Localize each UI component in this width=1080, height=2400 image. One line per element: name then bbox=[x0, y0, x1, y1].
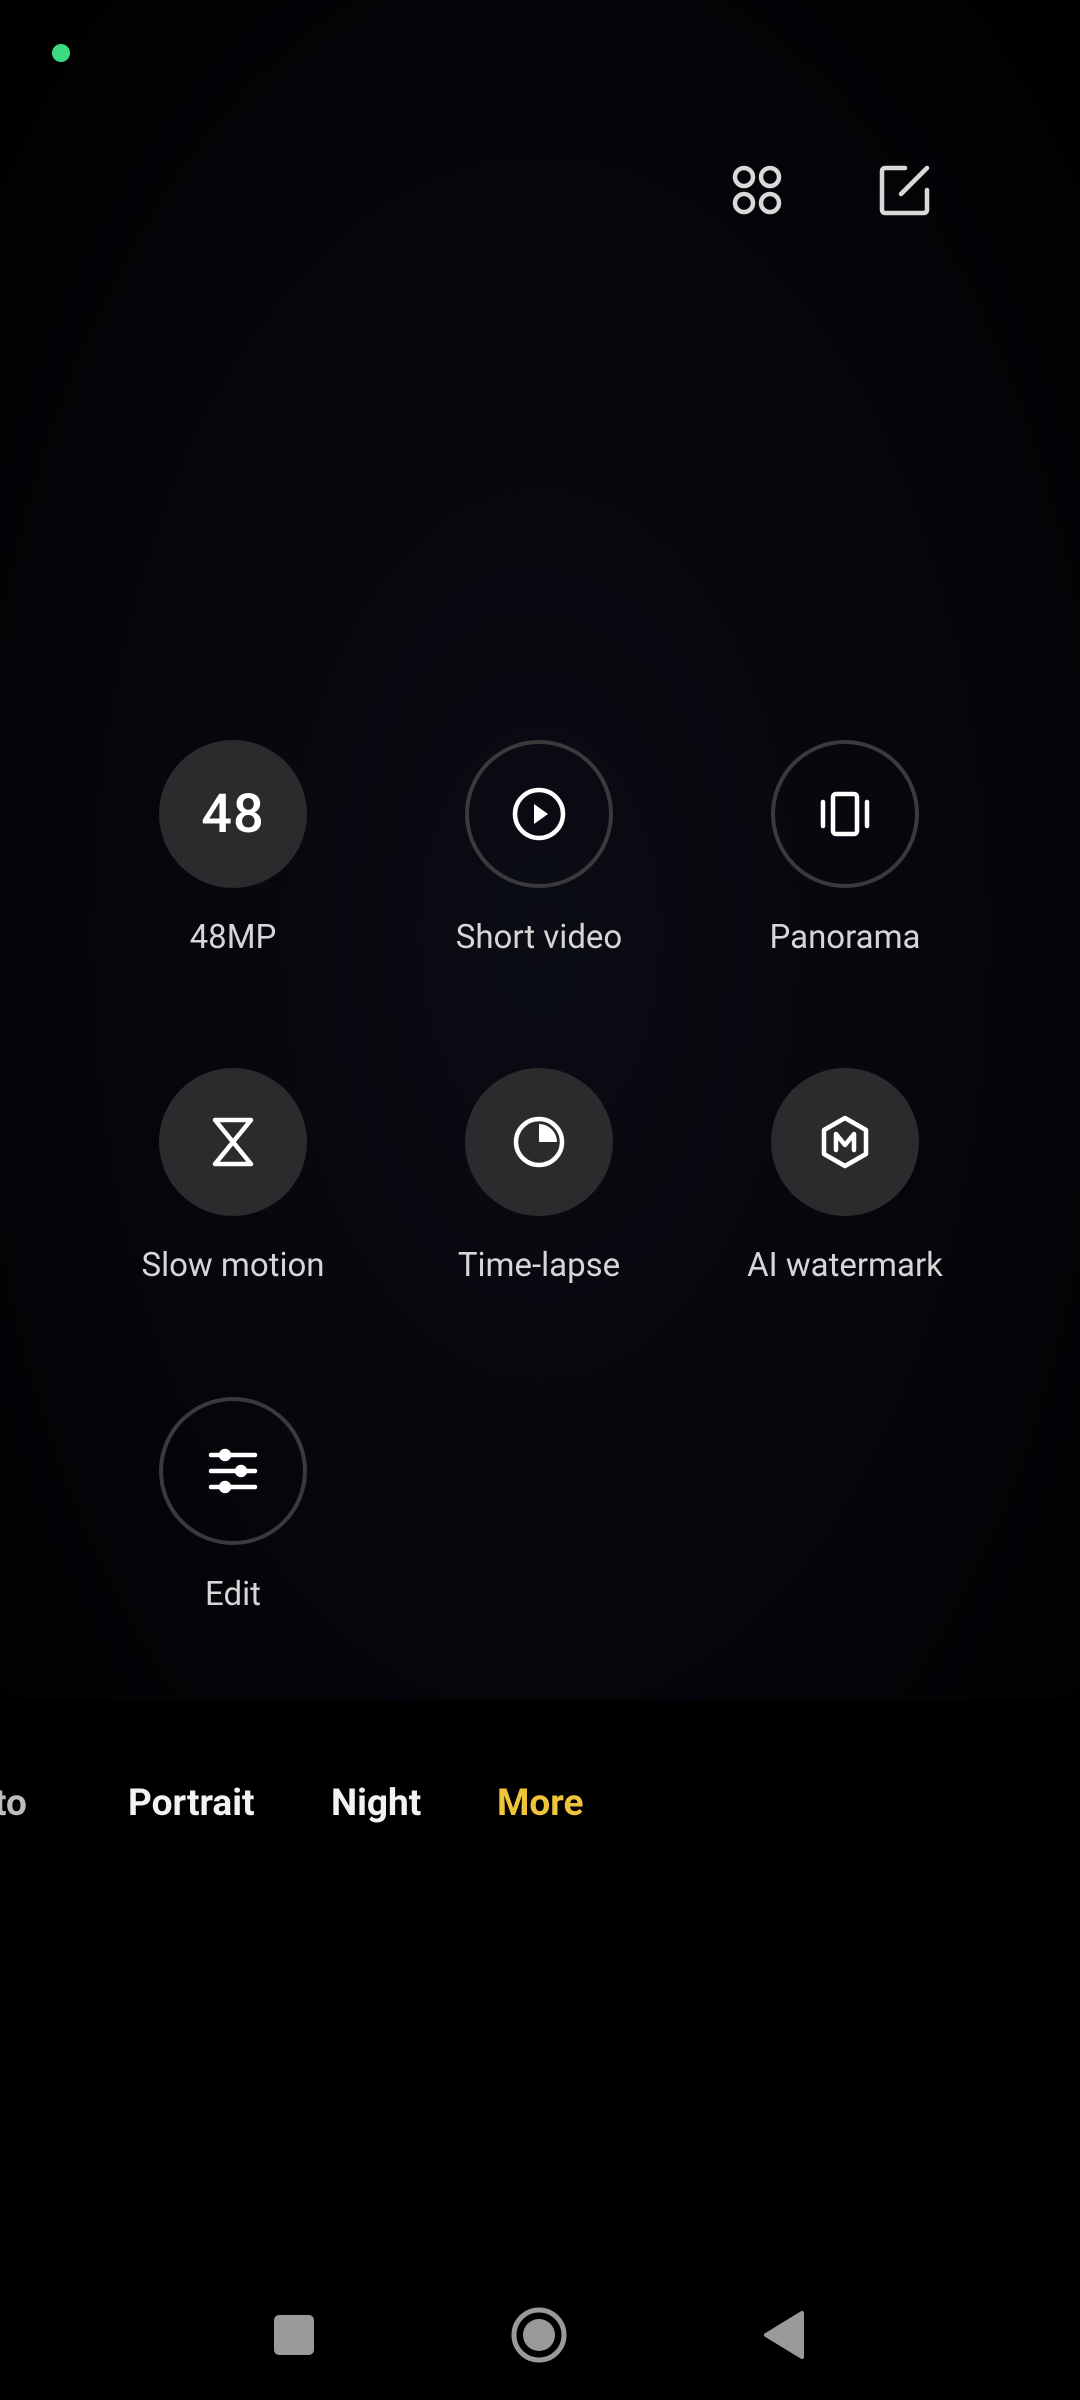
mode-label: Panorama bbox=[769, 918, 921, 957]
mode-label: Short video bbox=[455, 918, 623, 957]
more-modes-panel: 48 48MP Short video Panorama Slow motion… bbox=[0, 0, 1080, 1700]
tab-night[interactable]: Night bbox=[331, 1782, 421, 1825]
48mp-icon: 48 bbox=[159, 740, 307, 888]
hourglass-icon bbox=[159, 1068, 307, 1216]
mode-48mp[interactable]: 48 48MP bbox=[80, 740, 386, 957]
play-icon bbox=[465, 740, 613, 888]
tab-more[interactable]: More bbox=[497, 1782, 583, 1825]
system-navigation-bar bbox=[0, 2290, 1080, 2380]
sliders-icon bbox=[159, 1397, 307, 1545]
tab-photo[interactable]: to bbox=[0, 1782, 27, 1825]
panorama-icon bbox=[771, 740, 919, 888]
mode-slow-motion[interactable]: Slow motion bbox=[80, 1068, 386, 1285]
tab-portrait[interactable]: Portrait bbox=[128, 1782, 255, 1825]
mode-label: Edit bbox=[205, 1575, 261, 1614]
recents-icon[interactable] bbox=[249, 2290, 339, 2380]
mode-label: Slow motion bbox=[141, 1246, 325, 1285]
home-icon[interactable] bbox=[494, 2290, 584, 2380]
camera-mode-bar: to Portrait Night More bbox=[0, 1782, 1080, 1838]
watermark-icon bbox=[771, 1068, 919, 1216]
mode-label: 48MP bbox=[189, 918, 277, 957]
back-icon[interactable] bbox=[739, 2290, 829, 2380]
mode-time-lapse[interactable]: Time-lapse bbox=[386, 1068, 692, 1285]
mode-edit[interactable]: Edit bbox=[80, 1397, 386, 1614]
mode-label: Time-lapse bbox=[457, 1246, 621, 1285]
mode-short-video[interactable]: Short video bbox=[386, 740, 692, 957]
clock-icon bbox=[465, 1068, 613, 1216]
mode-label: AI watermark bbox=[747, 1246, 943, 1285]
mode-ai-watermark[interactable]: AI watermark bbox=[692, 1068, 998, 1285]
mode-panorama[interactable]: Panorama bbox=[692, 740, 998, 957]
